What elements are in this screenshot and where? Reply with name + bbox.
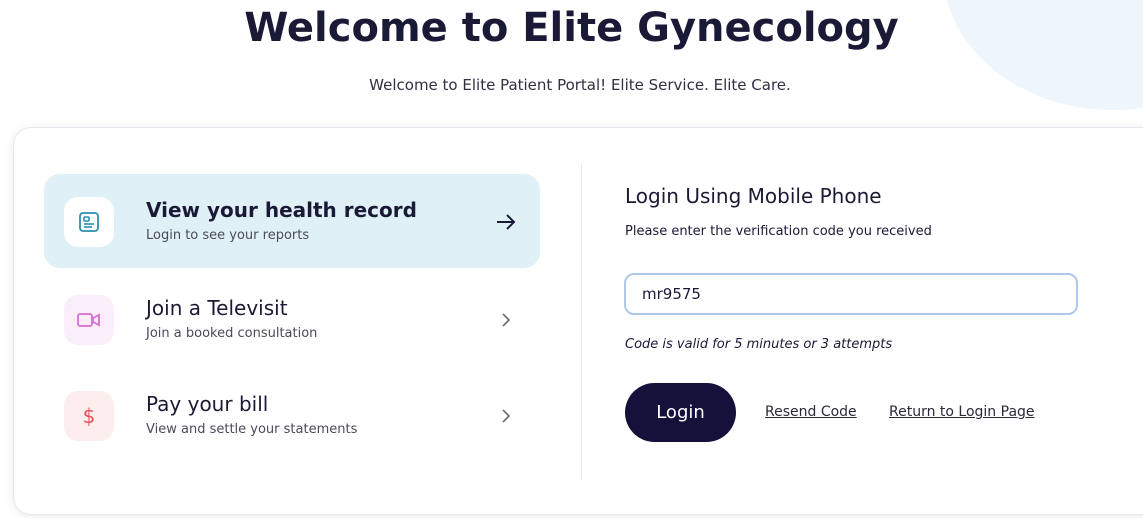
option-title: Pay your bill [146,392,269,416]
option-description: Join a booked consultation [146,326,318,341]
login-title: Login Using Mobile Phone [625,184,882,208]
option-pay-bill[interactable]: $ Pay your bill View and settle your sta… [44,368,540,462]
chevron-right-icon [502,409,511,423]
page-title: Welcome to Elite Gynecology [244,5,899,51]
option-health-record[interactable]: View your health record Login to see you… [44,174,540,268]
section-divider [581,163,582,481]
arrow-right-icon [497,214,516,230]
health-record-icon [64,197,114,247]
option-description: Login to see your reports [146,228,310,243]
option-title: View your health record [146,198,417,222]
option-description: View and settle your statements [146,422,358,437]
return-to-login-link[interactable]: Return to Login Page [889,404,1035,420]
dollar-icon: $ [64,391,114,441]
page-subtitle: Welcome to Elite Patient Portal! Elite S… [369,76,791,94]
svg-text:$: $ [83,404,96,428]
option-televisit[interactable]: Join a Televisit Join a booked consultat… [44,272,540,366]
verification-code-input[interactable] [624,273,1078,315]
video-camera-icon [64,295,114,345]
resend-code-link[interactable]: Resend Code [765,404,857,420]
login-button[interactable]: Login [625,383,736,442]
login-instruction: Please enter the verification code you r… [625,224,932,239]
page: Welcome to Elite Gynecology Welcome to E… [0,0,1143,518]
chevron-right-icon [502,313,511,327]
code-validity-note: Code is valid for 5 minutes or 3 attempt… [625,337,893,352]
option-title: Join a Televisit [146,296,288,320]
